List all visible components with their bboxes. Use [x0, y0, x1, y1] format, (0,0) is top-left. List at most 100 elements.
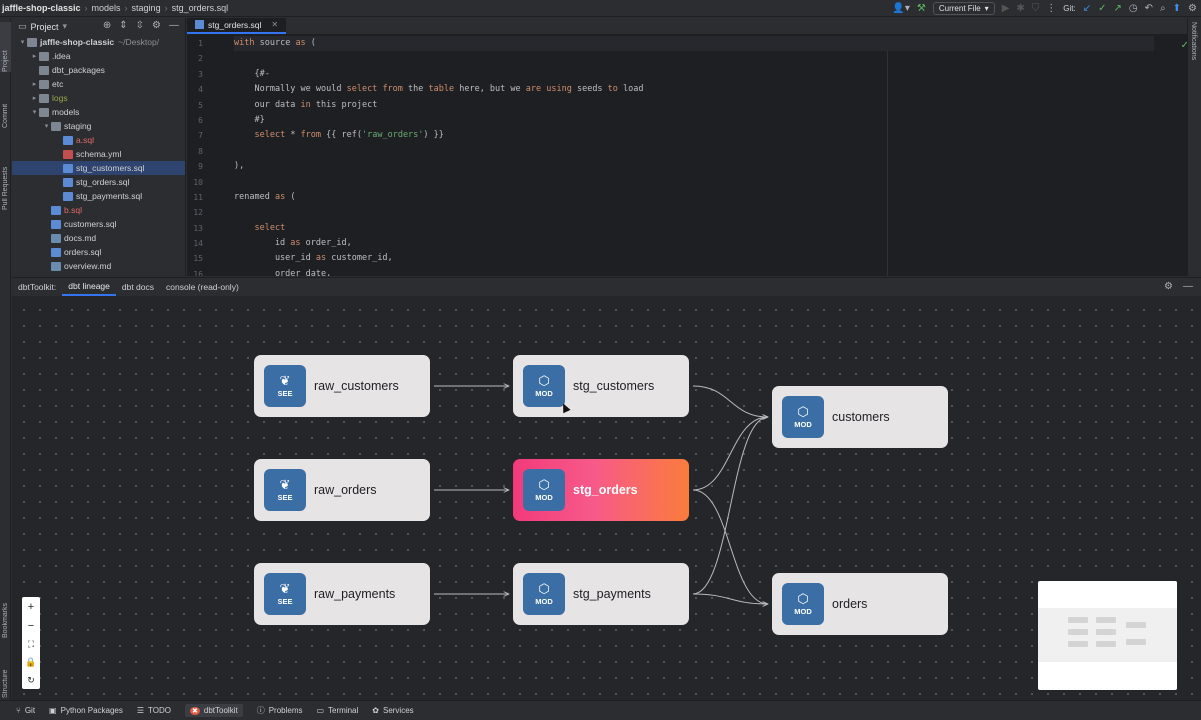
- tree-item[interactable]: ▾ staging: [12, 119, 185, 133]
- zoom-in-icon[interactable]: +: [28, 601, 34, 613]
- tool-window-services[interactable]: ✿ Services: [372, 706, 413, 715]
- expand-all-icon[interactable]: ⇳: [136, 20, 144, 31]
- hide-icon[interactable]: —: [1183, 281, 1193, 292]
- lineage-node-raw-customers[interactable]: ❦ SEE raw_customers: [254, 355, 430, 417]
- coverage-icon[interactable]: ⛉: [1032, 3, 1040, 14]
- search-icon[interactable]: ⌕: [1160, 3, 1166, 14]
- tree-item[interactable]: ▸ etc: [12, 77, 185, 91]
- chevron-right-icon[interactable]: ▸: [30, 94, 39, 102]
- tool-window-label: Problems: [268, 706, 303, 715]
- editor-tab-label: stg_orders.sql: [208, 19, 262, 30]
- tree-item[interactable]: docs.md: [12, 231, 185, 245]
- build-hammer-icon[interactable]: ⚒: [917, 3, 926, 14]
- tree-item[interactable]: stg_orders.sql: [12, 175, 185, 189]
- tree-item[interactable]: customers.sql: [12, 217, 185, 231]
- chevron-right-icon[interactable]: ▸: [30, 80, 39, 88]
- structure-tool-button[interactable]: Structure: [0, 643, 11, 698]
- package-icon: ▣: [49, 706, 57, 715]
- model-badge: ⬡ MOD: [523, 365, 565, 407]
- fit-view-icon[interactable]: ⛶: [28, 639, 34, 650]
- tool-window-dbttoolkit[interactable]: ✖ dbtToolkit: [185, 704, 243, 717]
- tab-console[interactable]: console (read-only): [160, 278, 245, 296]
- project-panel-title[interactable]: Project: [31, 22, 59, 32]
- editor-tab-stg-orders[interactable]: stg_orders.sql ✕: [187, 18, 287, 34]
- lineage-node-raw-payments[interactable]: ❦ SEE raw_payments: [254, 563, 430, 625]
- chevron-down-icon[interactable]: ▾: [63, 21, 68, 32]
- breadcrumb-project[interactable]: jaffle-shop-classic: [2, 3, 81, 13]
- tree-item[interactable]: stg_customers.sql: [12, 161, 185, 175]
- lineage-node-stg-payments[interactable]: ⬡ MOD stg_payments: [513, 563, 689, 625]
- chevron-down-icon[interactable]: ▾: [18, 38, 27, 46]
- user-icon[interactable]: 👤▾: [892, 3, 909, 14]
- tree-item[interactable]: orders.sql: [12, 245, 185, 259]
- run-config-label: Current File: [938, 4, 981, 13]
- lock-icon[interactable]: 🔒: [25, 657, 36, 668]
- minimap[interactable]: [1038, 581, 1177, 690]
- run-config-select[interactable]: Current File ▾: [932, 2, 995, 15]
- tree-item[interactable]: dbt_packages: [12, 63, 185, 77]
- lineage-node-stg-customers[interactable]: ⬡ MOD stg_customers: [513, 355, 689, 417]
- tree-item[interactable]: a.sql: [12, 133, 185, 147]
- settings-icon[interactable]: ⚙: [1188, 3, 1197, 14]
- more-icon[interactable]: ⋮: [1046, 3, 1056, 14]
- tree-item[interactable]: b.sql: [12, 203, 185, 217]
- sql-file-icon: [51, 219, 61, 229]
- commit-tool-button[interactable]: Commit: [0, 78, 11, 128]
- chevron-down-icon[interactable]: ▾: [30, 108, 39, 116]
- rollback-icon[interactable]: ↶: [1145, 3, 1153, 14]
- dbt-toolkit-prefix: dbtToolkit:: [18, 281, 57, 292]
- breadcrumb-models[interactable]: models: [92, 3, 121, 13]
- lineage-node-stg-orders[interactable]: ⬡ MOD stg_orders: [513, 459, 689, 521]
- zoom-out-icon[interactable]: −: [28, 620, 34, 632]
- bookmarks-tool-button[interactable]: Bookmarks: [0, 578, 11, 638]
- tool-window-python-packages[interactable]: ▣ Python Packages: [49, 706, 123, 715]
- tree-item[interactable]: ▸ logs: [12, 91, 185, 105]
- git-update-icon[interactable]: ↙: [1083, 3, 1091, 14]
- run-icon[interactable]: ▶: [1002, 3, 1010, 14]
- locate-icon[interactable]: ⊕: [103, 20, 111, 31]
- lineage-node-orders[interactable]: ⬡ MOD orders: [772, 573, 948, 635]
- tool-window-label: Python Packages: [60, 706, 123, 715]
- minimap-node: [1068, 629, 1088, 635]
- tree-item[interactable]: ▸ .idea: [12, 49, 185, 63]
- tree-item[interactable]: ▾ models: [12, 105, 185, 119]
- git-branch-icon: ⑂: [16, 706, 21, 715]
- code-area[interactable]: with source as ( {#- Normally we would s…: [234, 36, 1154, 276]
- lineage-node-raw-orders[interactable]: ❦ SEE raw_orders: [254, 459, 430, 521]
- gear-icon[interactable]: ⚙: [152, 20, 161, 31]
- tool-window-problems[interactable]: ⓘ Problems: [257, 705, 303, 716]
- tree-item-label: staging: [64, 121, 92, 131]
- lineage-node-customers[interactable]: ⬡ MOD customers: [772, 386, 948, 448]
- pull-requests-tool-button[interactable]: Pull Requests: [0, 130, 11, 210]
- tool-window-terminal[interactable]: ▭ Terminal: [316, 706, 358, 715]
- badge-label: MOD: [794, 420, 812, 429]
- sql-file-icon: [51, 247, 61, 257]
- notifications-tool-button[interactable]: Notifications: [1188, 22, 1199, 92]
- git-push-icon[interactable]: ↗: [1114, 3, 1122, 14]
- git-commit-icon[interactable]: ✓: [1098, 3, 1106, 14]
- chevron-down-icon[interactable]: ▾: [42, 122, 51, 130]
- refresh-icon[interactable]: ↻: [27, 675, 35, 686]
- tool-window-git[interactable]: ⑂ Git: [16, 706, 35, 715]
- tree-item[interactable]: overview.md: [12, 259, 185, 273]
- project-tool-button[interactable]: Project: [0, 22, 11, 72]
- lineage-canvas[interactable]: ❦ SEE raw_customers ❦ SEE raw_orders ❦ SEE raw_p…: [12, 296, 1201, 700]
- tab-dbt-docs[interactable]: dbt docs: [116, 278, 160, 296]
- gear-icon[interactable]: ⚙: [1164, 281, 1173, 292]
- tool-window-todo[interactable]: ☰ TODO: [137, 706, 171, 715]
- sql-file-icon: [63, 177, 73, 187]
- close-icon[interactable]: ✕: [271, 20, 278, 29]
- debug-icon[interactable]: ✱: [1016, 3, 1024, 14]
- update-icon[interactable]: ⬆: [1173, 3, 1181, 14]
- git-history-icon[interactable]: ◷: [1129, 3, 1138, 14]
- tree-item[interactable]: ▾ jaffle-shop-classic ~/Desktop/: [12, 35, 185, 49]
- hide-icon[interactable]: —: [169, 20, 179, 31]
- project-tree: ▾ jaffle-shop-classic ~/Desktop/ ▸ .idea dbt_…: [12, 35, 185, 273]
- tab-dbt-lineage[interactable]: dbt lineage: [62, 278, 116, 296]
- breadcrumb-staging[interactable]: staging: [132, 3, 161, 13]
- collapse-all-icon[interactable]: ⇕: [119, 20, 127, 31]
- tree-item[interactable]: schema.yml: [12, 147, 185, 161]
- breadcrumb-file[interactable]: stg_orders.sql: [172, 3, 229, 13]
- chevron-right-icon[interactable]: ▸: [30, 52, 39, 60]
- tree-item[interactable]: stg_payments.sql: [12, 189, 185, 203]
